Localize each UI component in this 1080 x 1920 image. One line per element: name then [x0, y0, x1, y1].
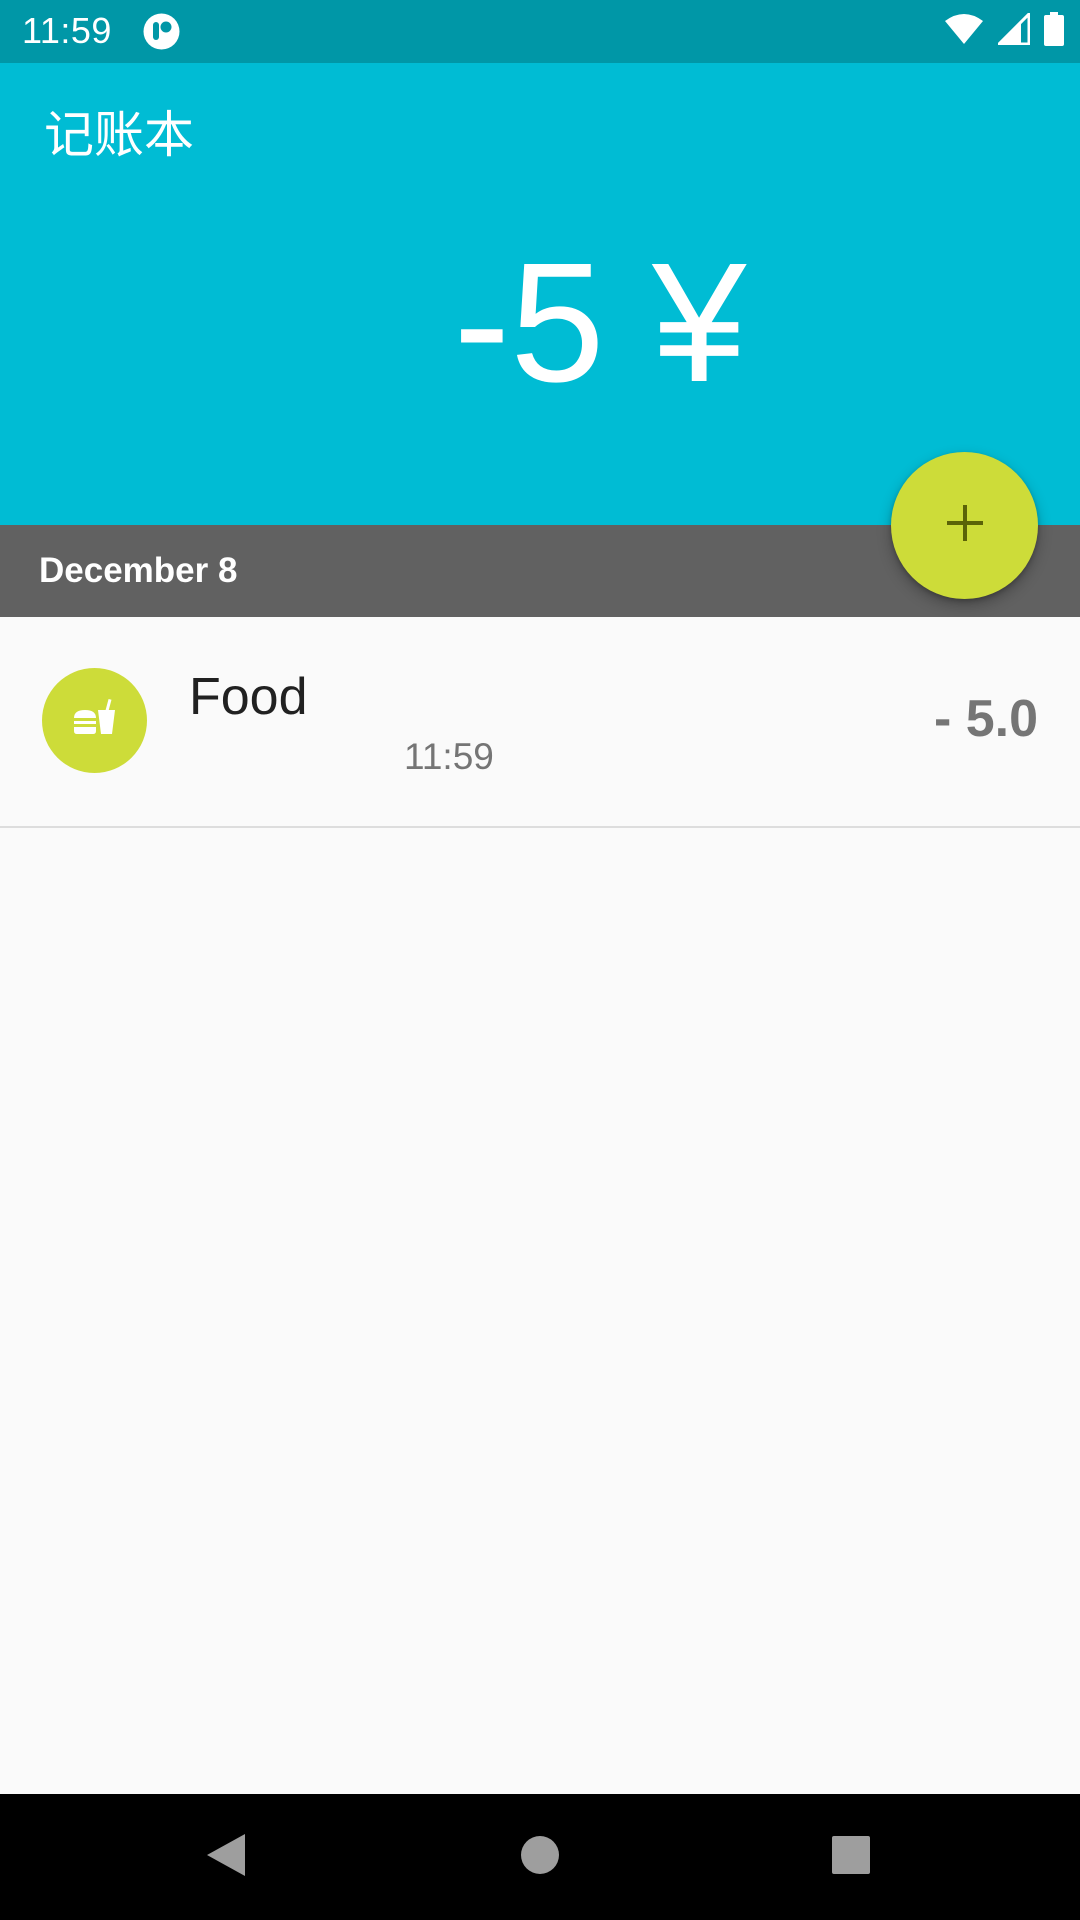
cellular-signal-icon: [995, 9, 1031, 50]
status-time: 11:59: [22, 10, 112, 51]
record-amount: - 5.0: [933, 690, 1038, 748]
add-icon: [945, 503, 985, 548]
category-avatar: [42, 668, 147, 773]
recents-icon: [831, 1835, 871, 1880]
app-title: 记账本: [44, 106, 194, 164]
fast-food-icon: [71, 694, 119, 747]
app-notification-icon: [143, 13, 180, 50]
balance-total: -5 ¥: [453, 228, 747, 418]
status-icons: [944, 9, 1064, 51]
back-button[interactable]: [192, 1824, 258, 1890]
date-label: December 8: [39, 551, 238, 590]
wifi-icon: [944, 13, 984, 50]
home-icon: [520, 1835, 560, 1880]
recents-button[interactable]: [818, 1824, 884, 1890]
status-bar: 11:59: [0, 0, 1080, 63]
add-record-button[interactable]: [891, 452, 1038, 599]
screen: 11:59 记账本 -5 ¥ December 8 Food 11:59 - 5…: [0, 0, 1080, 1920]
record-time: 11:59: [404, 736, 494, 777]
list-item[interactable]: Food 11:59 - 5.0: [0, 617, 1080, 828]
record-category: Food: [189, 668, 308, 726]
back-icon: [203, 1832, 247, 1883]
navigation-bar: [0, 1794, 1080, 1920]
battery-icon: [1044, 11, 1064, 51]
home-button[interactable]: [507, 1824, 573, 1890]
app-header: 记账本 -5 ¥: [0, 63, 1080, 525]
